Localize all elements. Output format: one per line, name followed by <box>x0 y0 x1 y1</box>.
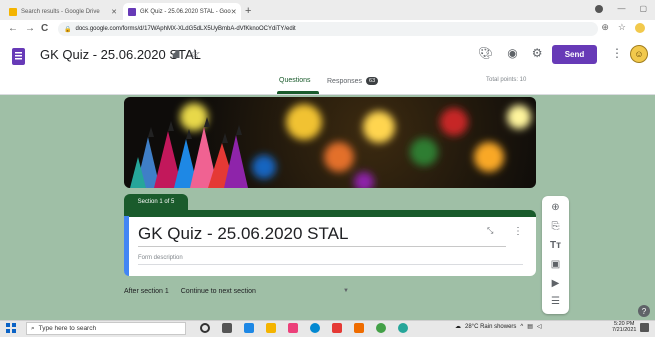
section-more-icon[interactable]: ⋮ <box>513 226 523 237</box>
taskbar-search-placeholder: Type here to search <box>38 325 97 332</box>
description-underline <box>138 264 523 265</box>
store-icon[interactable] <box>288 323 298 333</box>
taskbar-search-input[interactable]: ⌕ Type here to search <box>26 322 186 335</box>
drive-favicon-icon <box>9 7 17 16</box>
more-vert-icon[interactable]: ⋮ <box>611 46 623 60</box>
import-questions-icon[interactable]: ⎘ <box>542 221 569 232</box>
volume-icon[interactable]: ◁ <box>537 323 542 330</box>
reload-button[interactable]: C <box>41 23 48 34</box>
colored-pencils-illustration <box>130 103 531 188</box>
total-points: Total points: 10 <box>486 77 527 83</box>
add-image-icon[interactable]: ▣ <box>542 259 569 270</box>
windows-start-icon[interactable] <box>6 323 16 333</box>
forms-logo-icon[interactable] <box>12 48 25 65</box>
header-actions: 🎨︎ ◉ ⚙ <box>478 46 542 60</box>
active-tab-indicator <box>277 91 319 94</box>
maximize-icon[interactable]: ▢ <box>639 4 647 13</box>
clock-date: 7/21/2021 <box>612 327 637 333</box>
add-title-icon[interactable]: Tт <box>542 240 569 251</box>
add-question-icon[interactable]: ⊕ <box>542 202 569 213</box>
header-banner-image <box>124 97 536 188</box>
add-video-icon[interactable]: ▶ <box>542 278 569 289</box>
title-underline <box>138 246 506 247</box>
notification-icon[interactable] <box>640 323 649 332</box>
file-explorer-icon[interactable] <box>266 323 276 333</box>
new-tab-button[interactable]: + <box>245 5 251 17</box>
forms-favicon-icon <box>128 7 136 16</box>
office-icon[interactable] <box>332 323 342 333</box>
app-icon[interactable] <box>398 323 408 333</box>
browser-icon[interactable] <box>310 323 320 333</box>
back-button[interactable]: ← <box>8 23 18 34</box>
star-icon[interactable]: ☆ <box>189 46 201 62</box>
weather-text[interactable]: 28°C Rain showers <box>465 324 516 330</box>
lock-icon: 🔒 <box>64 26 72 33</box>
send-button[interactable]: Send <box>552 45 597 64</box>
system-tray: ☁ 28°C Rain showers ^ ▤ ◁ <box>455 323 542 331</box>
palette-icon[interactable]: 🎨︎ <box>478 46 493 60</box>
after-section-select[interactable]: Continue to next section <box>181 288 256 295</box>
dropdown-caret-icon[interactable]: ▼ <box>343 288 349 294</box>
search-icon: ⌕ <box>31 324 35 332</box>
focus-accent-bar <box>124 216 129 276</box>
task-view-icon[interactable] <box>222 323 232 333</box>
window-controls: — ▢ <box>595 4 647 13</box>
cortana-icon[interactable] <box>200 323 210 333</box>
weather-icon: ☁ <box>455 324 461 330</box>
taskbar-clock[interactable]: 5:20 PM 7/21/2021 <box>612 321 636 333</box>
browser-tab-drive[interactable]: Search results - Google Drive ✕ <box>4 3 122 20</box>
settings-gear-icon[interactable]: ⚙ <box>532 46 543 60</box>
avatar[interactable]: ☺ <box>630 45 648 63</box>
form-description-input[interactable]: Form description <box>138 255 183 261</box>
add-section-icon[interactable]: ☰ <box>542 296 569 307</box>
profile-icon[interactable] <box>595 4 604 13</box>
tab-questions[interactable]: Questions <box>279 77 311 84</box>
url-text: docs.google.com/forms/d/17WAphMX-XLdG5dL… <box>75 26 296 32</box>
browser-tab-forms[interactable]: GK Quiz - 25.06.2020 STAL - Goo ✕ <box>123 3 241 20</box>
after-section-navigation: After section 1 Continue to next section <box>124 288 256 295</box>
profile-avatar-icon[interactable] <box>635 22 645 33</box>
tray-chevron-icon[interactable]: ^ <box>520 324 523 330</box>
edge-icon[interactable] <box>244 323 254 333</box>
chrome-icon[interactable] <box>376 323 386 333</box>
bookmark-star-icon[interactable]: ☆ <box>618 22 626 33</box>
network-icon[interactable]: ▤ <box>527 323 533 330</box>
help-icon[interactable]: ? <box>638 305 650 317</box>
question-toolbar: ⊕ ⎘ Tт ▣ ▶ ☰ <box>542 196 569 314</box>
close-tab-icon[interactable]: ✕ <box>111 8 117 16</box>
responses-count-badge: 63 <box>366 77 379 85</box>
section-title-input[interactable]: GK Quiz - 25.06.2020 STAL <box>138 224 348 244</box>
browser-extensions: ⊕ ☆ <box>601 22 645 33</box>
tab-responses[interactable]: Responses 63 <box>327 77 379 85</box>
forward-button[interactable]: → <box>25 23 35 34</box>
browser-tab-title: GK Quiz - 25.06.2020 STAL - Goo <box>140 8 231 15</box>
tab-responses-label: Responses <box>327 77 363 85</box>
preview-eye-icon[interactable]: ◉ <box>507 46 517 60</box>
browser-tab-title: Search results - Google Drive <box>21 8 100 15</box>
zoom-icon[interactable]: ⊕ <box>601 22 609 33</box>
move-to-folder-icon[interactable]: ⛘ <box>172 47 180 63</box>
media-icon[interactable] <box>354 323 364 333</box>
after-section-label: After section 1 <box>124 288 169 295</box>
section-label: Section 1 of 5 <box>124 194 188 210</box>
collapse-section-icon[interactable]: ⤡ <box>487 226 493 236</box>
close-tab-icon[interactable]: ✕ <box>231 8 237 16</box>
url-field[interactable]: 🔒 docs.google.com/forms/d/17WAphMX-XLdG5… <box>58 22 598 36</box>
minimize-icon[interactable]: — <box>617 4 625 13</box>
